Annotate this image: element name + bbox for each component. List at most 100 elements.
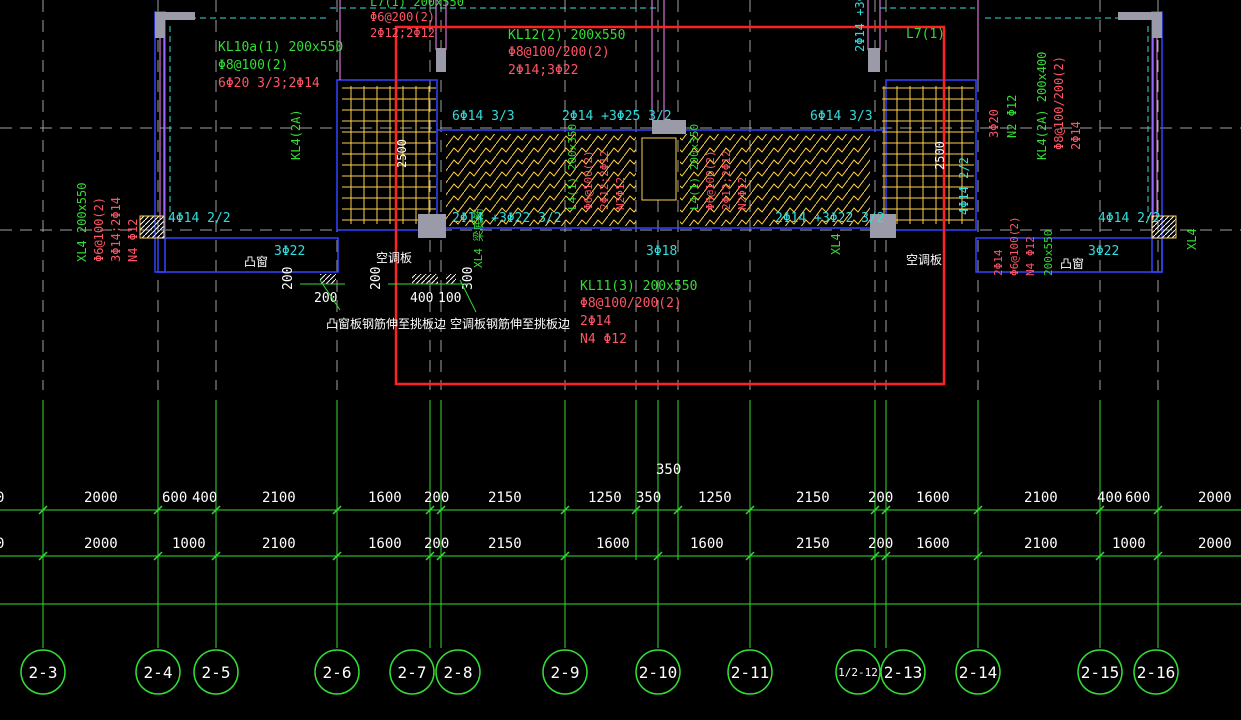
- slab-dim-right: 2500: [933, 141, 947, 170]
- svg-text:N4 Φ12: N4 Φ12: [126, 219, 140, 262]
- axis-2-13: 2-13: [880, 649, 926, 695]
- svg-text:KL10a(1) 200x550: KL10a(1) 200x550: [218, 40, 343, 55]
- svg-text:2100: 2100: [262, 536, 296, 552]
- svg-text:4Φ14 2/2: 4Φ14 2/2: [168, 211, 231, 226]
- cad-drawing-canvas[interactable]: KL10a(1) 200x550 Φ8@100(2) 6Φ20 3/3;2Φ14…: [0, 0, 1241, 720]
- svg-text:2000: 2000: [1198, 490, 1232, 506]
- svg-text:Φ8@100/200(2): Φ8@100/200(2): [580, 296, 682, 311]
- beam-xl4-left-label: XL4 200x550 Φ6@100(2) 3Φ14;2Φ14 N4 Φ12: [75, 183, 140, 262]
- svg-text:100: 100: [438, 291, 461, 306]
- svg-text:2100: 2100: [1024, 536, 1058, 552]
- svg-text:2150: 2150: [796, 490, 830, 506]
- svg-text:2100: 2100: [262, 490, 296, 506]
- svg-text:0: 0: [0, 536, 4, 552]
- svg-text:400: 400: [410, 291, 433, 306]
- svg-text:KL4(2A) 200x400: KL4(2A) 200x400: [1035, 52, 1049, 160]
- svg-text:200: 200: [369, 267, 384, 290]
- svg-text:2-13: 2-13: [884, 663, 923, 682]
- svg-text:2-9: 2-9: [551, 663, 580, 682]
- svg-text:空调板钢筋伸至挑板边: 空调板钢筋伸至挑板边: [450, 316, 570, 331]
- beam-side-right-label: 3Φ20 N2 Φ12: [987, 95, 1019, 138]
- axis-1-2-12: 1/2-12: [835, 649, 881, 695]
- svg-text:1000: 1000: [172, 536, 206, 552]
- svg-text:3Φ18: 3Φ18: [646, 244, 677, 259]
- svg-text:400: 400: [192, 490, 217, 506]
- svg-text:2Φ14;3Φ22: 2Φ14;3Φ22: [508, 63, 578, 78]
- svg-text:1000: 1000: [1112, 536, 1146, 552]
- beam-l7-right-label: L7(1): [906, 27, 945, 42]
- svg-text:1600: 1600: [690, 536, 724, 552]
- svg-text:Φ6@100(2): Φ6@100(2): [704, 150, 717, 210]
- svg-text:2-5: 2-5: [202, 663, 231, 682]
- svg-text:3Φ22: 3Φ22: [1088, 244, 1119, 259]
- svg-text:KL12(2) 200x550: KL12(2) 200x550: [508, 28, 625, 43]
- svg-text:L7(1) 200x550: L7(1) 200x550: [370, 0, 464, 9]
- svg-text:200: 200: [868, 490, 893, 506]
- dimension-lines: [0, 509, 1241, 605]
- svg-text:1600: 1600: [916, 536, 950, 552]
- slab-dim-left: 2500: [395, 139, 409, 168]
- axis-2-7: 2-7: [389, 649, 435, 695]
- svg-text:空调板: 空调板: [376, 251, 412, 265]
- axis-2-9: 2-9: [542, 649, 588, 695]
- axis-lines: [42, 400, 1159, 648]
- svg-text:凸窗: 凸窗: [244, 255, 268, 269]
- right-vertical-rebar: 2Φ14 +3Φ22: [853, 0, 867, 52]
- svg-text:2150: 2150: [488, 536, 522, 552]
- svg-text:2-7: 2-7: [398, 663, 427, 682]
- svg-text:200: 200: [281, 267, 296, 290]
- beam-kl10a-label: KL10a(1) 200x550 Φ8@100(2) 6Φ20 3/3;2Φ14: [218, 40, 343, 91]
- axis-2-8: 2-8: [435, 649, 481, 695]
- xl4-far-right-label: XL4: [1185, 228, 1199, 250]
- svg-text:L4(1) 200x350: L4(1) 200x350: [566, 124, 579, 210]
- svg-text:Φ6@200(2): Φ6@200(2): [370, 10, 435, 24]
- svg-text:3Φ22: 3Φ22: [274, 244, 305, 259]
- beam-kl12-label: KL12(2) 200x550 Φ8@100/200(2) 2Φ14;3Φ22: [508, 28, 625, 78]
- dimension-row-2: 0 2000 1000 2100 1600 200 2150 1600 1600…: [0, 536, 1232, 552]
- svg-text:Φ8@100/200(2): Φ8@100/200(2): [508, 45, 610, 60]
- svg-text:Φ6@100(2): Φ6@100(2): [1008, 216, 1021, 276]
- svg-text:350: 350: [636, 490, 661, 506]
- axis-2-10: 2-10: [635, 649, 681, 695]
- svg-text:6Φ14 3/3: 6Φ14 3/3: [452, 109, 515, 124]
- svg-text:2-14: 2-14: [959, 663, 998, 682]
- stair-opening: [641, 137, 677, 201]
- svg-text:600: 600: [162, 490, 187, 506]
- svg-text:1600: 1600: [916, 490, 950, 506]
- beam-top-left-label: L7(1) 200x550 Φ6@200(2) 2Φ12;2Φ12: [370, 0, 464, 40]
- svg-text:2Φ14: 2Φ14: [580, 314, 611, 329]
- svg-text:2-10: 2-10: [639, 663, 678, 682]
- svg-text:2-11: 2-11: [731, 663, 770, 682]
- svg-text:400: 400: [1097, 490, 1122, 506]
- svg-text:空调板: 空调板: [906, 253, 942, 267]
- svg-text:2-6: 2-6: [323, 663, 352, 682]
- svg-text:2Φ14 +3Φ22 3/2: 2Φ14 +3Φ22 3/2: [452, 211, 562, 226]
- xl4-mid-label: XL4: [829, 233, 843, 255]
- slab-hatch-left: [342, 86, 436, 224]
- svg-text:KL11(3) 200x550: KL11(3) 200x550: [580, 279, 697, 294]
- svg-text:2-3: 2-3: [29, 663, 58, 682]
- svg-text:2000: 2000: [1198, 536, 1232, 552]
- svg-text:1600: 1600: [596, 536, 630, 552]
- beam-kl11-label: KL11(3) 200x550 Φ8@100/200(2) 2Φ14 N4 Φ1…: [580, 279, 697, 347]
- svg-text:2150: 2150: [796, 536, 830, 552]
- svg-text:2Φ12;2Φ12: 2Φ12;2Φ12: [598, 150, 611, 210]
- axis-2-4: 2-4: [135, 649, 181, 695]
- svg-text:200: 200: [424, 536, 449, 552]
- svg-text:2Φ14: 2Φ14: [992, 249, 1005, 276]
- svg-text:N2Φ12: N2Φ12: [614, 177, 627, 210]
- axis-2-5: 2-5: [193, 649, 239, 695]
- svg-text:2-15: 2-15: [1081, 663, 1120, 682]
- svg-text:1600: 1600: [368, 536, 402, 552]
- beam-xl4-right-bottom-label: 2Φ14 Φ6@100(2) N4 Φ12 200x550: [992, 216, 1055, 276]
- svg-text:200: 200: [424, 490, 449, 506]
- svg-text:Φ6@100(2): Φ6@100(2): [582, 150, 595, 210]
- axis-2-16: 2-16: [1133, 649, 1179, 695]
- svg-text:2Φ14 +3Φ25 3/2: 2Φ14 +3Φ25 3/2: [562, 109, 672, 124]
- svg-text:N2 Φ12: N2 Φ12: [1005, 95, 1019, 138]
- svg-text:200: 200: [314, 291, 337, 306]
- svg-text:200x550: 200x550: [1042, 230, 1055, 276]
- beam-kl4-left-label: KL4(2A): [289, 109, 303, 160]
- svg-text:200: 200: [868, 536, 893, 552]
- svg-text:2-4: 2-4: [144, 663, 173, 682]
